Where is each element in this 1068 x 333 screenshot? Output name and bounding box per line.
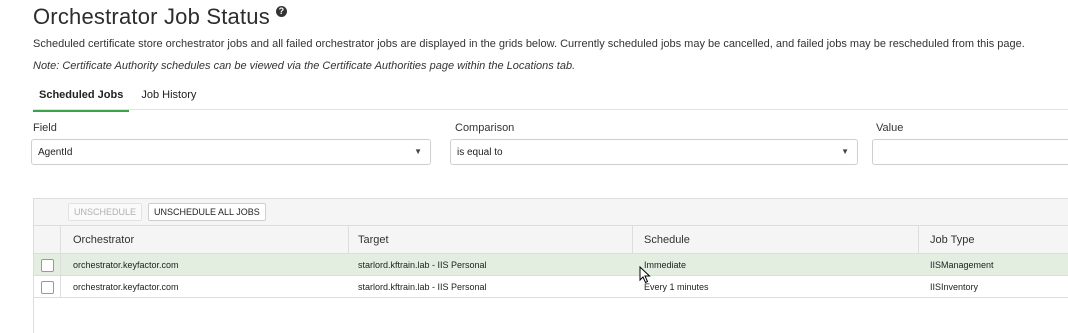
chevron-down-icon: ▼ <box>841 147 849 156</box>
value-input[interactable] <box>872 139 1068 165</box>
field-select[interactable]: AgentId ▼ <box>31 139 431 165</box>
page-title: Orchestrator Job Status ? <box>33 4 287 30</box>
table-row[interactable]: orchestrator.keyfactor.com starlord.kftr… <box>34 276 1068 298</box>
grid-header: Orchestrator Target Schedule Job Type <box>34 226 1068 254</box>
field-select-value: AgentId <box>38 146 73 158</box>
cell-target: starlord.kftrain.lab - IIS Personal <box>358 259 487 270</box>
comparison-label: Comparison <box>455 122 515 134</box>
cell-orchestrator: orchestrator.keyfactor.com <box>73 281 179 292</box>
chevron-down-icon: ▼ <box>414 147 422 156</box>
scheduled-jobs-grid: UNSCHEDULE UNSCHEDULE ALL JOBS Orchestra… <box>33 198 1068 333</box>
unschedule-all-button[interactable]: UNSCHEDULE ALL JOBS <box>148 203 266 221</box>
value-label: Value <box>876 122 904 134</box>
grid-toolbar: UNSCHEDULE UNSCHEDULE ALL JOBS <box>34 199 1068 226</box>
row-checkbox[interactable] <box>41 259 54 272</box>
page-description: Scheduled certificate store orchestrator… <box>33 38 1025 50</box>
table-row[interactable]: orchestrator.keyfactor.com starlord.kftr… <box>34 254 1068 276</box>
column-header-job-type[interactable]: Job Type <box>930 226 974 253</box>
comparison-select-value: is equal to <box>457 146 503 158</box>
field-label: Field <box>33 122 57 134</box>
unschedule-button[interactable]: UNSCHEDULE <box>68 203 143 221</box>
comparison-select[interactable]: is equal to ▼ <box>450 139 858 165</box>
column-header-orchestrator[interactable]: Orchestrator <box>73 226 134 253</box>
cell-job-type: IISInventory <box>930 281 979 292</box>
tab-divider <box>33 109 1068 110</box>
help-icon[interactable]: ? <box>275 5 287 17</box>
cell-schedule: Every 1 minutes <box>644 281 709 292</box>
page-title-text: Orchestrator Job Status <box>33 4 270 29</box>
column-header-target[interactable]: Target <box>358 226 389 253</box>
cell-target: starlord.kftrain.lab - IIS Personal <box>358 281 487 292</box>
cell-job-type: IISManagement <box>930 259 994 270</box>
page-note: Note: Certificate Authority schedules ca… <box>33 60 576 72</box>
row-checkbox[interactable] <box>41 281 54 294</box>
column-header-schedule[interactable]: Schedule <box>644 226 690 253</box>
mouse-pointer-icon <box>639 266 651 284</box>
cell-orchestrator: orchestrator.keyfactor.com <box>73 259 179 270</box>
